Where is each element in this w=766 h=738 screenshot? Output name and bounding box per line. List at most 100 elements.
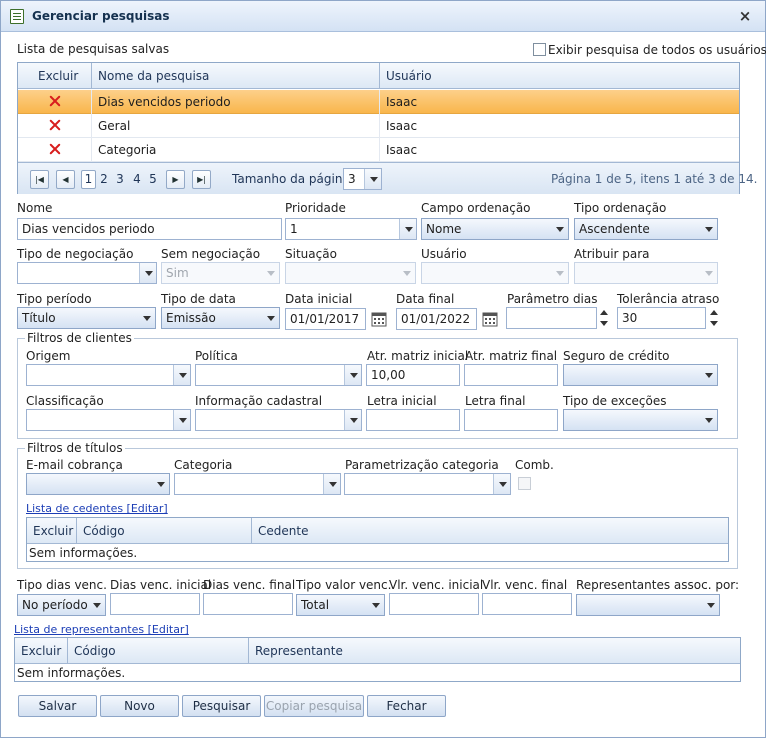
chevron-down-icon [700,410,717,430]
data-final-input[interactable]: 01/01/2022 [396,308,477,330]
seguro-credito-select[interactable] [563,364,718,386]
representantes-edit-link[interactable]: Lista de representantes [Editar] [14,623,189,636]
info-cadastral-select[interactable] [195,409,362,431]
dias-venc-final-input[interactable] [203,593,293,615]
data-inicial-input[interactable]: 01/01/2017 [285,308,366,330]
tolerancia-atraso-input[interactable]: 30 [617,307,706,329]
new-button[interactable]: Novo [100,695,179,717]
col-representante[interactable]: Representante [249,638,740,664]
grid-header: Excluir Código Cedente [27,518,728,544]
politica-label: Política [195,349,238,363]
campo-ordenacao-select[interactable]: Nome [421,218,569,240]
last-page-icon[interactable]: ▶| [192,170,211,189]
calendar-icon[interactable] [371,311,387,327]
first-page-icon[interactable]: |◀ [30,170,49,189]
vlr-venc-final-input[interactable] [482,593,572,615]
saved-searches-label: Lista de pesquisas salvas [17,42,170,56]
page-3[interactable]: 3 [113,170,127,189]
table-row[interactable]: Dias vencidos periodo Isaac [18,90,739,114]
tipo-excecoes-label: Tipo de exceções [563,394,667,408]
campo-ordenacao-label: Campo ordenação [421,201,531,215]
chevron-down-icon [323,474,340,494]
chevron-down-icon [493,474,510,494]
cedentes-edit-link[interactable]: Lista de cedentes [Editar] [26,502,168,515]
col-excluir[interactable]: Excluir [15,638,68,664]
close-button[interactable]: Fechar [367,695,446,717]
chevron-down-icon [173,365,190,385]
page-1[interactable]: 1 [81,170,96,189]
vlr-venc-inicial-input[interactable] [389,593,479,615]
chevron-down-icon [139,263,156,283]
col-codigo[interactable]: Código [68,638,249,664]
parametro-dias-input[interactable] [506,307,597,329]
col-codigo[interactable]: Código [77,518,252,544]
chevron-down-icon [262,263,279,283]
row-user: Isaac [386,119,418,133]
atr-matriz-inicial-input[interactable]: 10,00 [366,364,460,386]
sem-negociacao-select: Sim [161,262,280,284]
atr-matriz-inicial-label: Atr. matriz inicial [367,349,469,363]
row-user: Isaac [386,95,418,109]
representantes-assoc-select[interactable] [576,594,720,616]
tipo-valor-venc-select[interactable]: Total [296,594,385,616]
nome-input[interactable]: Dias vencidos periodo [17,218,282,240]
row-name: Dias vencidos periodo [92,90,380,114]
col-usuario[interactable]: Usuário [380,63,739,89]
table-row[interactable]: Geral Isaac [18,114,739,138]
tipo-data-select[interactable]: Emissão [161,307,280,329]
letra-final-input[interactable] [464,409,558,431]
close-icon[interactable]: × [737,8,753,24]
delete-icon[interactable] [49,143,61,155]
parametro-dias-label: Parâmetro dias [507,292,598,306]
categoria-select[interactable] [174,473,341,495]
chevron-down-icon [367,595,384,615]
representantes-assoc-label: Representantes assoc. por: [576,578,740,592]
origem-select[interactable] [26,364,191,386]
delete-icon[interactable] [49,119,61,131]
email-cobranca-select[interactable] [26,473,170,495]
table-row[interactable]: Categoria Isaac [18,138,739,162]
spinner-icon[interactable] [599,307,609,329]
col-cedente[interactable]: Cedente [252,518,728,544]
tipo-excecoes-select[interactable] [563,409,718,431]
show-all-users-checkbox[interactable] [533,43,546,56]
dias-venc-inicial-input[interactable] [110,593,200,615]
save-button[interactable]: Salvar [18,695,97,717]
grid-header: Excluir Nome da pesquisa Usuário [18,63,739,89]
vlr-venc-inicial-label: Vlr. venc. inicial [389,578,484,592]
col-excluir[interactable]: Excluir [18,63,92,89]
sem-negociacao-label: Sem negociação [161,247,261,261]
vlr-venc-final-label: Vlr. venc. final [482,578,568,592]
tipo-dias-venc-select[interactable]: No período [17,594,106,616]
prioridade-select[interactable]: 1 [285,218,417,240]
page-size-select[interactable]: 3 [343,168,382,190]
col-excluir[interactable]: Excluir [27,518,77,544]
page-2[interactable]: 2 [97,170,111,189]
atr-matriz-final-input[interactable] [464,364,558,386]
prioridade-label: Prioridade [285,201,346,215]
chevron-down-icon [398,263,415,283]
tipo-ordenacao-select[interactable]: Ascendente [574,218,718,240]
page-4[interactable]: 4 [130,170,144,189]
search-button[interactable]: Pesquisar [182,695,261,717]
next-page-icon[interactable]: ▶ [166,170,185,189]
seguro-credito-label: Seguro de crédito [563,349,670,363]
classificacao-select[interactable] [26,409,191,431]
page-5[interactable]: 5 [146,170,160,189]
manage-searches-dialog: Gerenciar pesquisas × Lista de pesquisas… [0,0,766,738]
politica-select[interactable] [195,364,362,386]
col-nome-pesquisa[interactable]: Nome da pesquisa [92,63,380,89]
prev-page-icon[interactable]: ◀ [56,170,75,189]
dialog-title: Gerenciar pesquisas [32,9,170,23]
tipo-negociacao-select[interactable] [17,262,157,284]
param-categoria-select[interactable] [344,473,511,495]
letra-inicial-input[interactable] [366,409,460,431]
spinner-icon[interactable] [709,307,719,329]
delete-icon[interactable] [49,95,61,107]
grid-header: Excluir Código Representante [15,638,740,664]
title-filters-legend: Filtros de títulos [25,441,125,455]
calendar-icon[interactable] [482,311,498,327]
chevron-down-icon [702,595,719,615]
tipo-periodo-select[interactable]: Título [17,307,156,329]
tolerancia-atraso-label: Tolerância atraso [617,292,720,306]
